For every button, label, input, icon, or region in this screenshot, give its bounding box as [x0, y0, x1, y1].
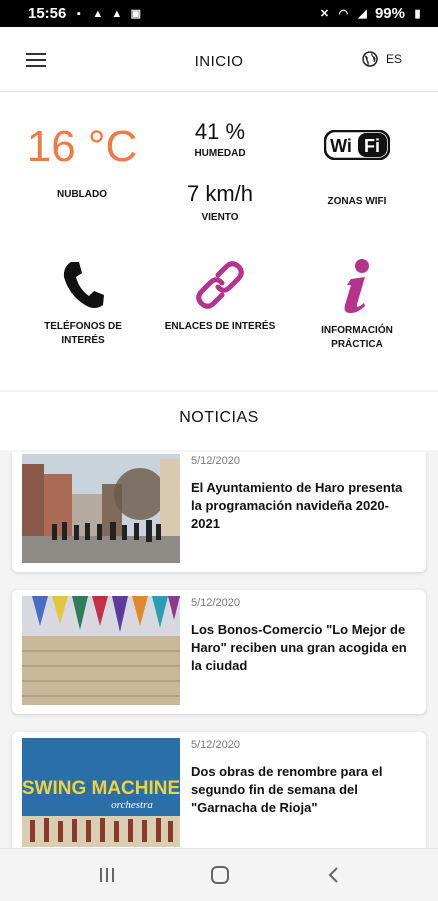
- system-navigation-bar: [0, 848, 438, 901]
- humidity-label: HUMEDAD: [194, 148, 246, 159]
- wifi-signal-icon: ◠: [338, 8, 349, 20]
- info-icon: [344, 259, 369, 314]
- news-date: 5/12/2020: [191, 597, 240, 609]
- home-button[interactable]: [208, 863, 232, 887]
- swing-machine-poster: SWING MACHINE orchestra: [22, 738, 180, 847]
- battery-icon: ▮: [414, 8, 421, 20]
- practical-information-button[interactable]: INFORMACIÓN PRÁCTICA: [300, 258, 414, 352]
- link-label-line1: TELÉFONOS DE: [44, 321, 122, 332]
- poster-title: SWING MACHINE: [22, 778, 180, 799]
- links-of-interest-button[interactable]: ENLACES DE INTERÉS: [152, 258, 288, 334]
- link-label-line2: PRÁCTICA: [331, 339, 383, 350]
- app-header: INICIO ES: [0, 27, 438, 92]
- recents-icon: [100, 868, 114, 882]
- poster-subtitle: orchestra: [111, 799, 153, 811]
- news-headline: Los Bonos-Comercio "Lo Mejor de Haro" re…: [191, 622, 407, 673]
- link-label-line1: INFORMACIÓN: [321, 325, 393, 336]
- news-list[interactable]: 5/12/2020 El Ayuntamiento de Haro presen…: [0, 452, 438, 848]
- recent-apps-button[interactable]: [95, 863, 119, 887]
- cell-signal-icon: ◢: [358, 8, 367, 20]
- language-code: ES: [385, 52, 402, 66]
- phones-of-interest-button[interactable]: TELÉFONOS DE INTERÉS: [36, 258, 130, 348]
- wifi-zones-label[interactable]: ZONAS WIFI: [300, 196, 414, 207]
- weather-condition: NUBLADO: [57, 189, 107, 200]
- street-crowd-photo: [22, 454, 180, 563]
- temperature-value: 16 °C: [26, 122, 138, 171]
- news-thumbnail: SWING MACHINE orchestra: [22, 738, 180, 847]
- wifi-logo-text-left: Wi: [330, 136, 352, 156]
- wifi-logo-icon[interactable]: Wi Fi: [324, 130, 390, 160]
- news-headline: El Ayuntamiento de Haro presenta la prog…: [191, 480, 403, 531]
- link-icon: [196, 261, 244, 309]
- news-headline: Dos obras de renombre para el segundo fi…: [191, 764, 383, 815]
- news-card[interactable]: 5/12/2020 Los Bonos-Comercio "Lo Mejor d…: [12, 590, 426, 714]
- wifi-logo-text-right: Fi: [364, 136, 380, 156]
- info-panel: 16 °C NUBLADO 41 % HUMEDAD 7 km/h VIENTO…: [0, 92, 438, 390]
- news-date: 5/12/2020: [191, 455, 240, 467]
- status-time: 15:56: [28, 5, 67, 22]
- status-bar: 15:56 ▪ ▲ ▲ ▣ ✕ ◠ ◢ 99% ▮: [0, 0, 438, 27]
- news-section-header: NOTICIAS: [0, 392, 438, 450]
- news-card[interactable]: SWING MACHINE orchestra 5/12/2020 Dos ob…: [12, 732, 426, 848]
- warning-icon: ▲: [111, 7, 123, 20]
- link-label-line1: ENLACES DE INTERÉS: [164, 321, 276, 332]
- mute-icon: ✕: [319, 8, 330, 20]
- wind-label: VIENTO: [201, 212, 239, 223]
- news-date: 5/12/2020: [191, 739, 240, 751]
- news-thumbnail: [22, 596, 180, 705]
- notification-icon: ▪: [76, 7, 81, 20]
- phone-icon: [63, 262, 104, 308]
- news-title: NOTICIAS: [179, 409, 259, 426]
- humidity-value: 41 %: [194, 119, 246, 144]
- bunting-wall-photo: [22, 596, 180, 705]
- back-icon: [328, 867, 338, 883]
- news-thumbnail: [22, 454, 180, 563]
- news-card[interactable]: 5/12/2020 El Ayuntamiento de Haro presen…: [12, 452, 426, 572]
- globe-icon: [362, 51, 378, 67]
- image-icon: ▣: [130, 8, 142, 20]
- back-button[interactable]: [322, 863, 346, 887]
- warning-icon: ▲: [92, 7, 104, 20]
- language-selector[interactable]: ES: [362, 51, 402, 67]
- link-label-line2: INTERÉS: [61, 335, 105, 346]
- home-icon: [211, 866, 229, 884]
- battery-percent: 99%: [374, 5, 405, 22]
- wind-value: 7 km/h: [186, 181, 254, 206]
